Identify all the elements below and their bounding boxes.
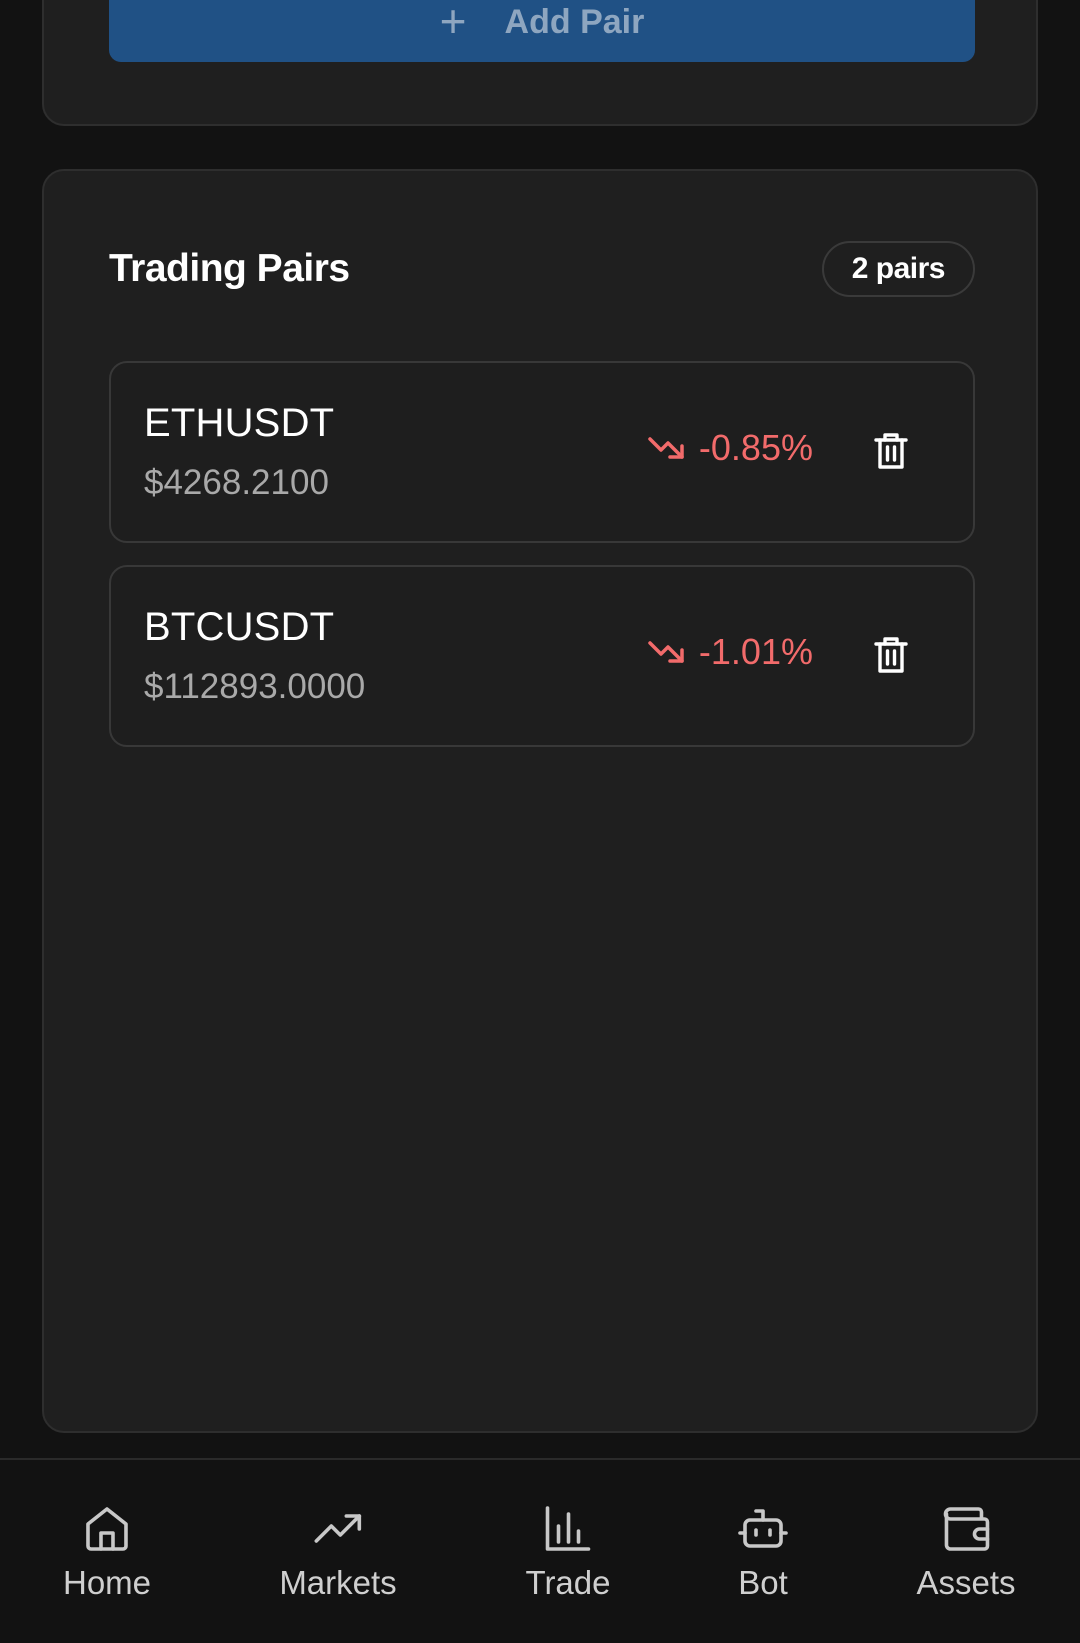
- nav-item-home[interactable]: Home: [63, 1504, 151, 1602]
- add-pair-button[interactable]: + Add Pair: [109, 0, 975, 62]
- trending-up-icon: [314, 1514, 361, 1543]
- nav-label: Home: [62, 1564, 152, 1601]
- nav-item-trade[interactable]: Trade: [525, 1504, 611, 1602]
- nav-item-bot[interactable]: Bot: [738, 1504, 788, 1602]
- nav-label: Assets: [916, 1564, 1016, 1601]
- bot-icon: [738, 1509, 788, 1548]
- trash-icon: [874, 637, 908, 673]
- delete-pair-button[interactable]: [869, 429, 913, 473]
- pair-item-ethusdt[interactable]: ETHUSDT $4268.2100 -0.85%: [109, 361, 975, 543]
- pair-change-value: -0.85%: [698, 427, 813, 468]
- trending-down-icon: [648, 641, 684, 663]
- pair-list: ETHUSDT $4268.2100 -0.85% BTCUSDT $11289…: [109, 361, 975, 769]
- nav-label: Trade: [525, 1564, 611, 1601]
- plus-icon: +: [439, 0, 467, 47]
- pair-change: -0.85%: [647, 427, 813, 469]
- trading-pairs-title: Trading Pairs: [109, 247, 350, 290]
- pair-change: -1.01%: [647, 631, 813, 673]
- home-icon: [86, 1507, 128, 1551]
- wallet-icon: [943, 1507, 989, 1551]
- trading-pairs-card: Trading Pairs 2 pairs ETHUSDT $4268.2100…: [42, 169, 1038, 1433]
- nav-label: Bot: [738, 1564, 788, 1601]
- bottom-nav: Home Markets Trade Bot Assets: [0, 1458, 1080, 1643]
- trading-pairs-header: Trading Pairs 2 pairs: [109, 241, 975, 297]
- bar-chart-icon: [546, 1506, 591, 1551]
- pair-item-btcusdt[interactable]: BTCUSDT $112893.0000 -1.01%: [109, 565, 975, 747]
- trending-down-icon: [648, 437, 684, 459]
- add-pair-card: + Add Pair: [42, 0, 1038, 126]
- pair-symbol: ETHUSDT: [144, 401, 335, 445]
- trash-icon: [874, 433, 908, 469]
- nav-label: Markets: [279, 1564, 397, 1601]
- add-pair-label: Add Pair: [504, 2, 645, 41]
- delete-pair-button[interactable]: [869, 633, 913, 677]
- pair-count-badge: 2 pairs: [821, 241, 975, 297]
- pair-price: $112893.0000: [144, 667, 366, 706]
- nav-item-assets[interactable]: Assets: [916, 1504, 1016, 1602]
- pair-symbol: BTCUSDT: [144, 605, 335, 649]
- pair-price: $4268.2100: [144, 463, 329, 502]
- nav-item-markets[interactable]: Markets: [279, 1504, 397, 1602]
- pair-change-value: -1.01%: [698, 631, 813, 672]
